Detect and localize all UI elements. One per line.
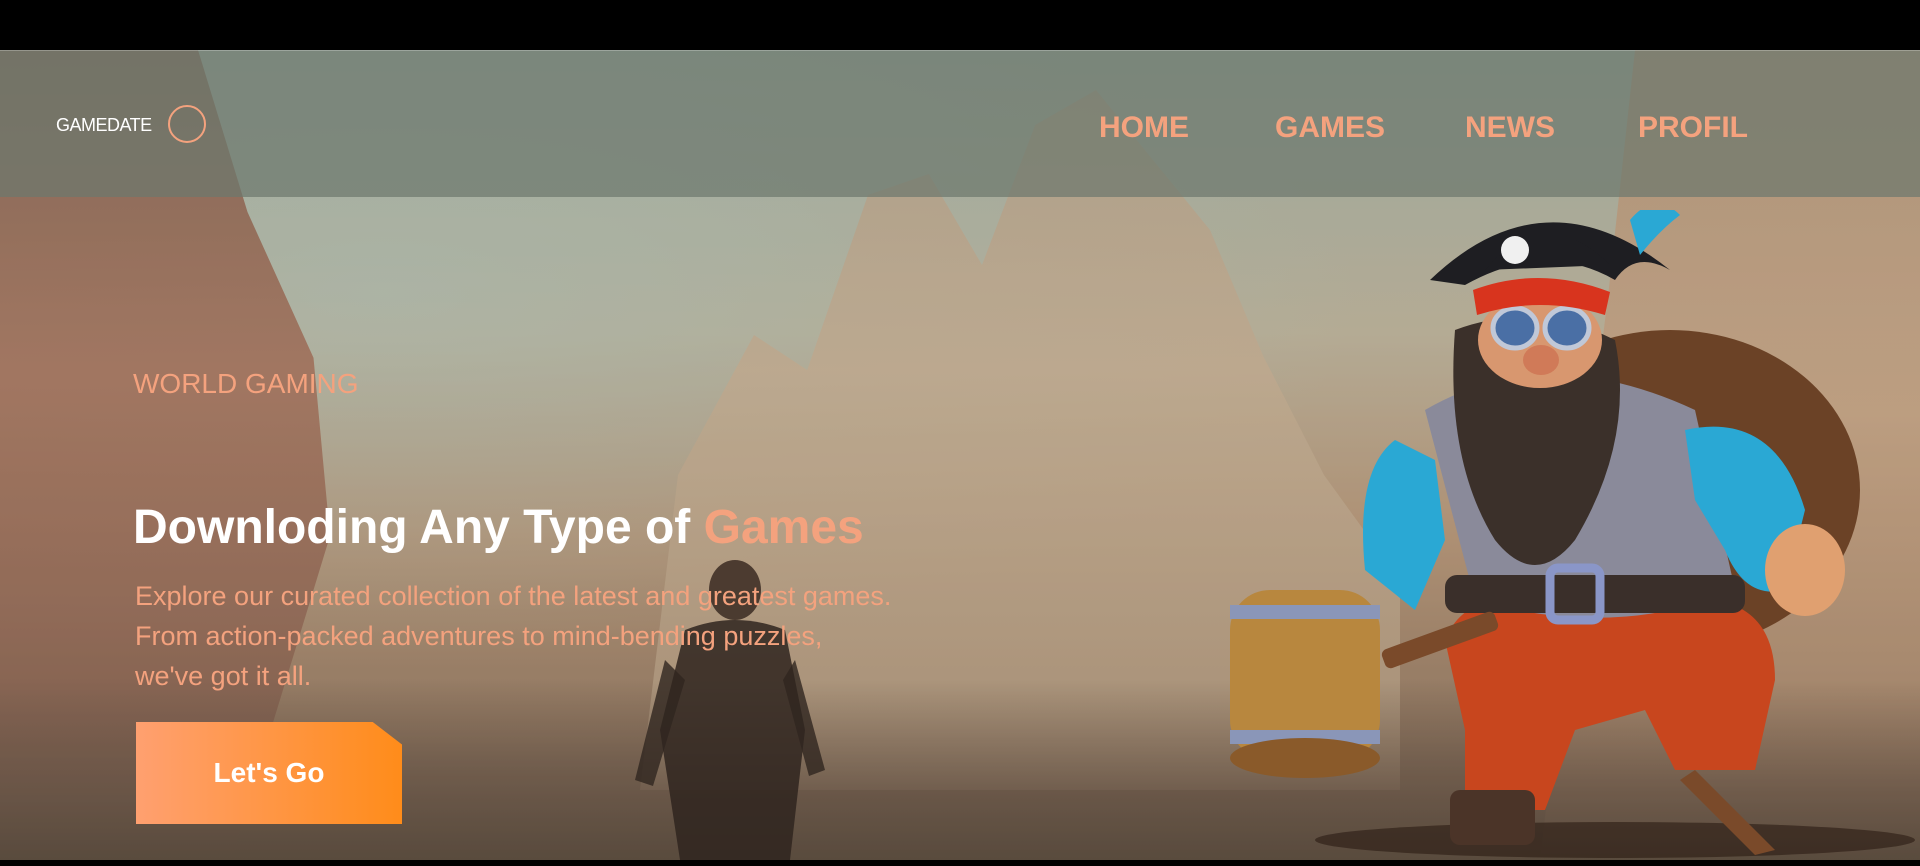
bottom-black-bar — [0, 860, 1920, 866]
description-line-2: From action-packed adventures to mind-be… — [135, 621, 823, 651]
site-logo[interactable]: GAMEDATE — [56, 115, 152, 136]
nav-profil[interactable]: PROFIL — [1638, 111, 1748, 145]
nav-home[interactable]: HOME — [1099, 111, 1189, 145]
hero-tagline: WORLD GAMING — [133, 368, 359, 399]
headline-main-text: Downloding Any Type of — [133, 501, 704, 554]
lets-go-button[interactable]: Let's Go — [136, 722, 402, 824]
headline-accent-text: Games — [703, 501, 864, 554]
top-black-bar — [0, 0, 1920, 50]
hero-headline: Downloding Any Type of Games — [133, 500, 864, 555]
pirate-dwarf-illustration — [1230, 210, 1915, 858]
nav-games[interactable]: GAMES — [1275, 111, 1385, 145]
main-navbar: GAMEDATE HOME GAMES NEWS PROFIL — [0, 50, 1920, 197]
description-line-1: Explore our curated collection of the la… — [135, 581, 892, 611]
circle-outline-icon — [168, 105, 206, 143]
nav-news[interactable]: NEWS — [1465, 111, 1555, 145]
hero-description: Explore our curated collection of the la… — [135, 576, 1035, 696]
description-line-3: we've got it all. — [135, 661, 312, 691]
